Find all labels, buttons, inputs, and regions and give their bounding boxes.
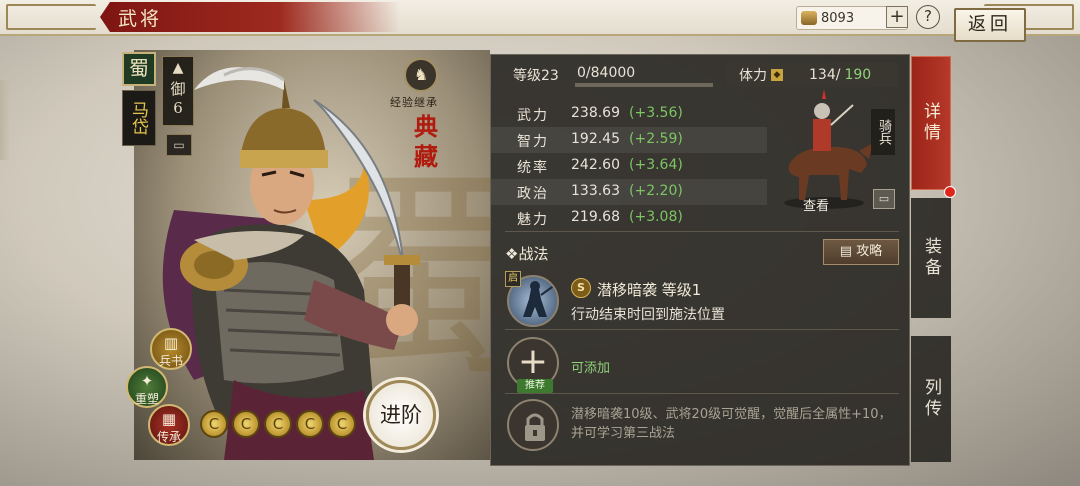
tab-equipment[interactable]: 装备 (911, 198, 951, 318)
skill-start-tag: 启 (505, 271, 521, 287)
advancement-stars: C C C C C (200, 410, 356, 438)
lock-icon (525, 413, 545, 441)
skill-description: 行动结束时回到施法位置 (571, 307, 725, 323)
stamina-label: 体力 (739, 68, 767, 84)
stat-value: 242.60 (571, 157, 620, 173)
star-icon: C (200, 410, 228, 438)
stat-row: 统率 242.60 (+3.64) (491, 153, 767, 179)
locked-tactic-slot[interactable] (507, 399, 559, 451)
unit-class-label: 骑兵 (871, 109, 895, 155)
tab-detail[interactable]: 详情 (911, 56, 951, 190)
stamina-display: 体力 ◆ 134/ 190 (727, 63, 899, 87)
stat-row: 智力 192.45 (+2.59) (491, 127, 767, 153)
stat-name: 魅力 (517, 212, 549, 228)
help-button[interactable]: ? (916, 5, 940, 29)
remold-label: 重塑 (134, 392, 159, 406)
inherit-button[interactable]: ▦ 传承 (148, 404, 190, 446)
recommend-badge[interactable]: 推荐 (517, 379, 553, 393)
stat-bonus: (+3.56) (629, 105, 683, 121)
tactics-section-title: ❖战法 (505, 245, 549, 263)
stat-bonus: (+3.64) (629, 157, 683, 173)
page-title: 武将 (118, 8, 163, 30)
divider (505, 231, 899, 232)
unit-type-value: 6 (173, 99, 183, 117)
hero-name: 马岱 (122, 90, 156, 146)
military-book-label: 兵书 (158, 354, 183, 368)
unit-type-label: 御 (170, 80, 186, 98)
stat-bonus: (+3.08) (629, 209, 683, 225)
back-button[interactable]: 返回 (954, 8, 1026, 42)
add-currency-button[interactable]: + (886, 6, 908, 28)
book-icon: ▥ (163, 334, 179, 352)
tab-equipment-label: 装备 (921, 237, 941, 279)
notification-dot (944, 186, 956, 198)
experience-inherit-button[interactable]: ♞ (404, 58, 438, 92)
tab-biography-label: 列传 (921, 378, 941, 420)
collection-tag: 典藏 (414, 112, 438, 171)
stamina-value: 134/ (809, 67, 841, 83)
stamina-icon: ◆ (771, 69, 783, 81)
experience-inherit-label: 经验继承 (390, 96, 438, 109)
star-icon: C (232, 410, 260, 438)
hero-detail-panel: 等级23 0/84000 体力 ◆ 134/ 190 武力 238.69 (+3… (490, 54, 910, 466)
remold-icon: ✦ (140, 372, 154, 390)
skill-grade-badge: S (571, 278, 591, 298)
exp-text: 0/84000 (577, 65, 636, 81)
stat-row: 魅力 219.68 (+3.08) (491, 205, 767, 231)
hero-info-icon[interactable]: ▭ (166, 134, 192, 156)
star-icon: C (296, 410, 324, 438)
guide-label: 攻略 (856, 244, 883, 259)
tab-detail-label: 详情 (920, 102, 940, 144)
strategy-guide-button[interactable]: ▤ 攻略 (823, 239, 899, 265)
star-icon: C (264, 410, 292, 438)
unit-type-box: ▲ 御 6 (162, 56, 194, 126)
skill-name: 潜移暗袭 等级1 (597, 281, 702, 299)
top-bar: 武将 8093 + ? (0, 0, 1080, 36)
tab-biography[interactable]: 列传 (911, 336, 951, 462)
stat-value: 192.45 (571, 131, 620, 147)
frame-corner-left (6, 4, 96, 30)
divider (505, 393, 899, 394)
view-unit-label[interactable]: 查看 (803, 195, 829, 214)
faction-badge: 蜀 (122, 52, 156, 86)
addable-label: 可添加 (571, 361, 611, 376)
star-icon: C (328, 410, 356, 438)
remold-button[interactable]: ✦ 重塑 (126, 366, 168, 408)
unit-detail-icon[interactable]: ▭ (873, 189, 895, 209)
advance-button[interactable]: 进阶 (366, 380, 436, 450)
stat-row: 政治 133.63 (+2.20) (491, 179, 767, 205)
stat-name: 智力 (517, 134, 549, 150)
military-book-button[interactable]: ▥ 兵书 (150, 328, 192, 370)
level-label: 等级23 (513, 68, 559, 84)
stat-name: 政治 (517, 186, 549, 202)
stat-value: 219.68 (571, 209, 620, 225)
inherit-label: 传承 (156, 430, 181, 444)
gold-ingot-icon (801, 11, 817, 25)
stat-value: 238.69 (571, 105, 620, 121)
stat-name: 武力 (517, 108, 549, 124)
exp-bar (575, 83, 713, 87)
guide-icon: ▤ (839, 244, 853, 259)
stat-bonus: (+2.59) (629, 131, 683, 147)
stat-row: 武力 238.69 (+3.56) (491, 101, 767, 127)
inherit-icon: ▦ (161, 410, 177, 428)
unit-type-icon: ▲ (172, 60, 184, 76)
left-edge-handle (0, 80, 10, 160)
stat-name: 统率 (517, 160, 549, 176)
stat-bonus: (+2.20) (629, 183, 683, 199)
locked-tactic-description: 潜移暗袭10级、武将20级可觉醒，觉醒后全属性+10，并可学习第三战法 (571, 407, 892, 441)
divider (505, 329, 899, 330)
stat-value: 133.63 (571, 183, 620, 199)
stamina-max: 190 (844, 67, 872, 83)
currency-value: 8093 (821, 10, 855, 26)
